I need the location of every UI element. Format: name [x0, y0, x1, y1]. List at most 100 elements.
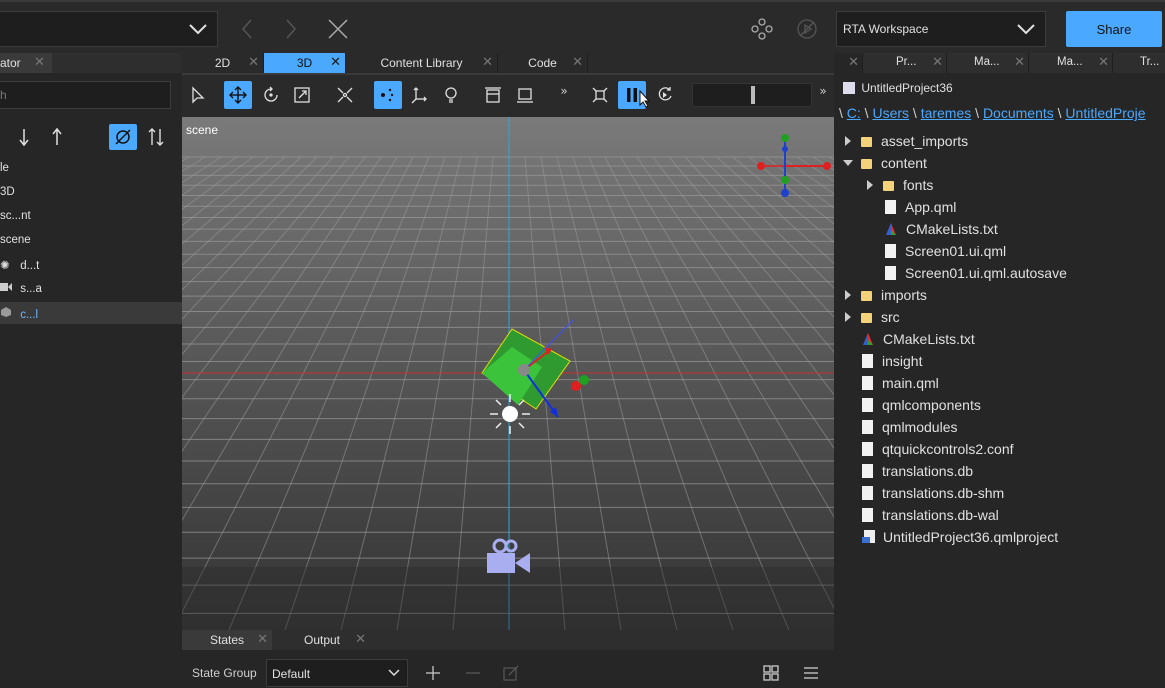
close-icon[interactable]: ✕ — [34, 55, 45, 70]
navigator-search-input[interactable]: h — [0, 81, 171, 109]
tab-code[interactable]: Code ✕ — [498, 53, 588, 73]
close-icon[interactable]: ✕ — [248, 54, 259, 70]
forward-arrow-icon[interactable] — [280, 16, 302, 42]
chevron-down-icon[interactable] — [843, 159, 853, 167]
camera-icon[interactable] — [484, 537, 534, 577]
tab-materials[interactable]: Ma... ✕ — [947, 53, 1029, 73]
chevron-right-icon[interactable] — [843, 312, 853, 322]
rotate-tool-icon[interactable] — [257, 81, 285, 109]
reset-animation-icon[interactable] — [651, 81, 679, 109]
chevron-right-icon[interactable] — [843, 290, 853, 300]
light-icon[interactable] — [488, 392, 532, 436]
snap-grid-icon[interactable] — [479, 81, 507, 109]
close-icon[interactable]: ✕ — [330, 54, 341, 70]
tree-item-main-qml[interactable]: main.qml — [862, 372, 939, 394]
tab-3d[interactable]: 3D ✕ — [264, 53, 346, 73]
more-tools-icon[interactable]: » — [814, 77, 832, 105]
tab-hidden[interactable]: ✕ — [835, 53, 863, 73]
close-icon[interactable]: ✕ — [572, 54, 583, 70]
tree-item-imports[interactable]: imports — [843, 284, 927, 306]
breadcrumb-link[interactable]: C: — [847, 105, 861, 121]
slider-handle[interactable] — [751, 86, 755, 104]
document-combobox[interactable] — [0, 11, 218, 47]
tab-states[interactable]: States ✕ — [182, 630, 272, 650]
close-icon[interactable]: ✕ — [1014, 54, 1025, 70]
tree-item-app-qml[interactable]: App.qml — [885, 196, 956, 218]
close-document-icon[interactable] — [325, 16, 351, 42]
move-up-icon[interactable] — [47, 125, 67, 149]
list-item[interactable]: sc...nt — [0, 206, 182, 228]
chevron-right-icon[interactable] — [843, 136, 853, 146]
fit-selected-icon[interactable] — [331, 81, 359, 109]
tree-item-translations-db[interactable]: translations.db — [862, 460, 973, 482]
tab-material-editor[interactable]: Ma... ✕ — [1029, 53, 1113, 73]
tree-item-cmakelists-root[interactable]: CMakeLists.txt — [862, 328, 975, 350]
tree-item-src[interactable]: src — [843, 306, 900, 328]
list-item[interactable]: c...l — [0, 302, 182, 324]
close-icon[interactable]: ✕ — [482, 54, 493, 70]
share-button[interactable]: Share — [1066, 11, 1162, 47]
breadcrumb-link[interactable]: taremes — [921, 105, 972, 121]
animation-slider[interactable] — [692, 83, 812, 107]
move-down-icon[interactable] — [14, 125, 34, 149]
breadcrumb-link[interactable]: UntitledProje — [1065, 105, 1145, 121]
tree-item-screen01-autosave[interactable]: Screen01.ui.qml.autosave — [885, 262, 1067, 284]
back-arrow-icon[interactable] — [236, 16, 258, 42]
tree-item-content[interactable]: content — [843, 152, 927, 174]
tree-item-asset-imports[interactable]: asset_imports — [843, 130, 968, 152]
list-view-icon[interactable] — [800, 663, 822, 683]
list-item[interactable]: scene — [0, 230, 182, 252]
3d-viewport[interactable]: scene — [182, 117, 834, 630]
state-group-combobox[interactable]: Default — [266, 659, 408, 687]
list-item[interactable]: ✺ d...t — [0, 254, 182, 276]
tree-item-fonts[interactable]: fonts — [865, 174, 933, 196]
tree-item-screen01[interactable]: Screen01.ui.qml — [885, 240, 1006, 262]
grid-view-icon[interactable] — [760, 663, 782, 683]
axis-gizmo[interactable] — [752, 131, 832, 201]
tab-label: Pr... — [896, 56, 917, 68]
scale-tool-icon[interactable] — [288, 81, 316, 109]
light-bulb-icon[interactable] — [437, 81, 465, 109]
edit-icon[interactable] — [501, 663, 521, 683]
tree-item-qmlproject[interactable]: UntitledProject36.qmlproject — [862, 526, 1058, 548]
tab-2d[interactable]: 2D ✕ — [182, 53, 264, 73]
item-label: le — [0, 162, 9, 174]
list-item[interactable]: 3D — [0, 182, 182, 204]
tree-item-translations-wal[interactable]: translations.db-wal — [862, 504, 999, 526]
tree-item-translations-shm[interactable]: translations.db-shm — [862, 482, 1004, 504]
background-color-icon[interactable] — [511, 81, 539, 109]
folder-icon — [861, 313, 872, 323]
close-icon[interactable]: ✕ — [1098, 54, 1109, 70]
filter-hidden-icon[interactable] — [109, 124, 137, 150]
select-tool-icon[interactable] — [184, 81, 212, 109]
orientation-icon[interactable] — [405, 81, 433, 109]
camera-perspective-icon[interactable] — [374, 81, 402, 109]
component-icon[interactable] — [750, 16, 774, 42]
list-item[interactable]: le — [0, 158, 182, 180]
workspace-combobox[interactable]: RTA Workspace — [836, 11, 1046, 47]
tab-translations[interactable]: Tr... — [1113, 53, 1165, 73]
chevron-right-icon[interactable] — [865, 180, 875, 190]
tree-item-qtquickcontrols2[interactable]: qtquickcontrols2.conf — [862, 438, 1014, 460]
tab-properties[interactable]: Pr... ✕ — [863, 53, 947, 73]
live-preview-disabled-icon[interactable] — [795, 16, 819, 42]
fit-view-icon[interactable] — [586, 81, 614, 109]
close-icon[interactable]: ✕ — [932, 54, 943, 70]
add-icon[interactable] — [423, 663, 443, 683]
breadcrumb-link[interactable]: Documents — [983, 105, 1054, 121]
sort-icon[interactable] — [145, 125, 167, 149]
close-icon[interactable]: ✕ — [355, 631, 366, 647]
remove-icon[interactable] — [463, 663, 483, 683]
tree-item-qmlcomponents[interactable]: qmlcomponents — [862, 394, 981, 416]
tree-item-qmlmodules[interactable]: qmlmodules — [862, 416, 957, 438]
more-tools-icon[interactable]: » — [555, 77, 573, 105]
tab-output[interactable]: Output ✕ — [274, 630, 370, 650]
breadcrumb-link[interactable]: Users — [872, 105, 909, 121]
close-icon[interactable]: ✕ — [257, 631, 268, 647]
close-icon[interactable]: ✕ — [848, 54, 859, 70]
tree-item-cmakelists[interactable]: CMakeLists.txt — [885, 218, 998, 240]
list-item[interactable]: s...a — [0, 278, 182, 300]
move-tool-icon[interactable] — [224, 81, 252, 109]
tab-content-library[interactable]: Content Library ✕ — [346, 53, 498, 73]
tree-item-insight[interactable]: insight — [862, 350, 922, 372]
